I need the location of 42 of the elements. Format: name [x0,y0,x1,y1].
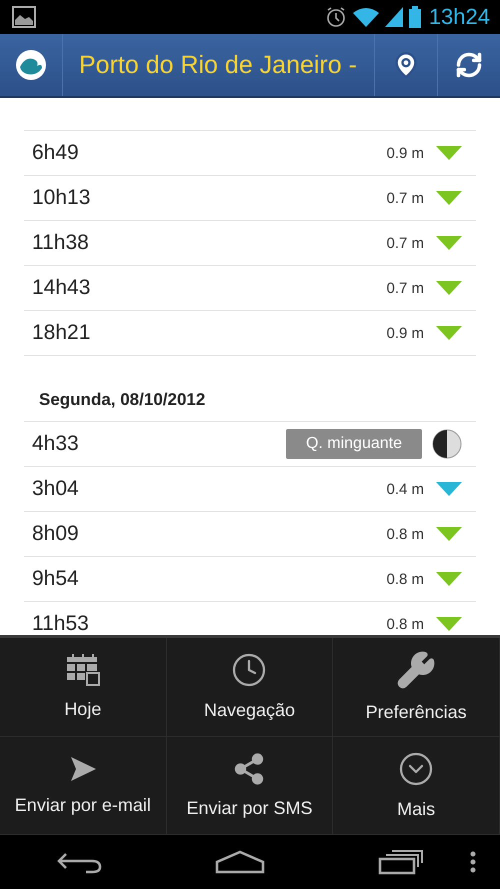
battery-icon [408,6,421,28]
moon-phase-label: Q. minguante [286,429,422,459]
alarm-icon [324,6,347,28]
tide-time: 3h04 [32,477,80,501]
menu-item[interactable]: Hoje [0,638,167,736]
tide-height: 0.4 m [386,480,424,498]
menu-item[interactable]: Preferências [333,638,500,736]
tide-time: 14h43 [32,276,92,300]
tide-time: 11h38 [32,231,90,255]
tide-time: 6h49 [32,141,80,165]
send-icon [68,754,97,783]
wrench-icon [396,650,436,690]
signal-icon [384,7,403,27]
refresh-icon[interactable] [455,51,483,79]
tide-height: 0.8 m [386,526,424,542]
tide-height: 0.8 m [386,616,424,632]
more-icon [398,750,434,787]
app-logo-icon[interactable] [15,49,47,81]
tide-height: 0.8 m [386,570,424,588]
tide-time: 11h53 [32,612,90,635]
tide-time: 8h09 [32,522,80,546]
moon-icon [432,429,462,459]
tide-time: 18h21 [32,321,92,345]
tide-time: 9h54 [32,567,80,591]
tide-time: 4h33 [32,432,80,456]
tide-height: 0.9 m [386,144,424,162]
calendar-icon [64,653,101,688]
recent-apps-icon[interactable] [378,849,424,875]
menu-item[interactable]: Navegação [166,638,334,736]
tide-height: 0.9 m [386,324,424,342]
overflow-menu-icon[interactable] [470,851,476,873]
tide-height: 0.7 m [386,280,424,296]
wifi-icon [352,7,379,27]
day-heading: Segunda, 08/10/2012 [39,390,206,410]
clock-icon [231,652,268,688]
clock-time: 13h24 [428,4,490,30]
tide-height: 0.7 m [386,234,424,252]
home-icon[interactable] [214,850,265,874]
tide-time: 10h13 [32,186,92,210]
picture-notification-icon [12,6,36,28]
tide-height: 0.7 m [386,190,424,206]
back-icon[interactable] [56,850,102,874]
